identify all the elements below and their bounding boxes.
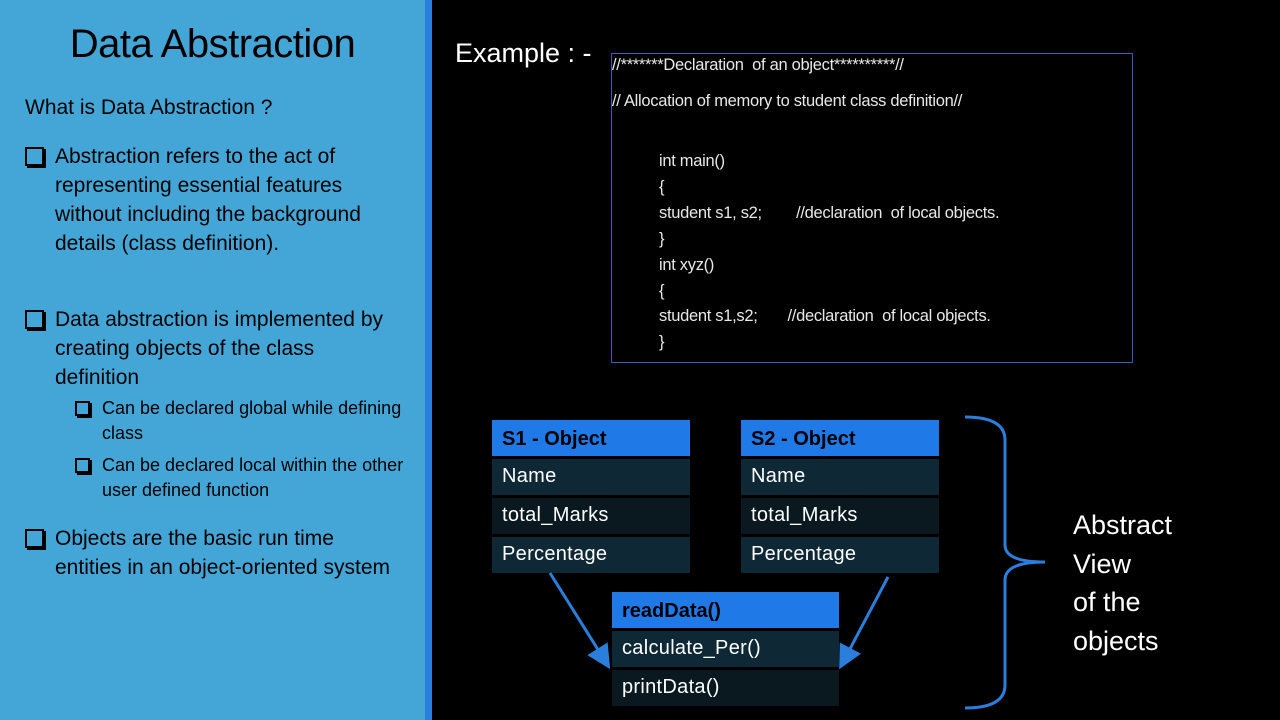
abstract-view-label: Abstract View of the objects bbox=[1073, 506, 1172, 660]
arrow-s2-to-methods bbox=[839, 576, 890, 670]
abstract-view-line: of the bbox=[1073, 587, 1141, 617]
arrow-s1-to-methods bbox=[548, 572, 611, 670]
abstract-view-line: objects bbox=[1073, 625, 1159, 656]
abstract-view-line: Abstract bbox=[1073, 510, 1173, 540]
curly-brace-icon bbox=[964, 415, 1046, 710]
abstract-view-line: View bbox=[1073, 548, 1132, 579]
